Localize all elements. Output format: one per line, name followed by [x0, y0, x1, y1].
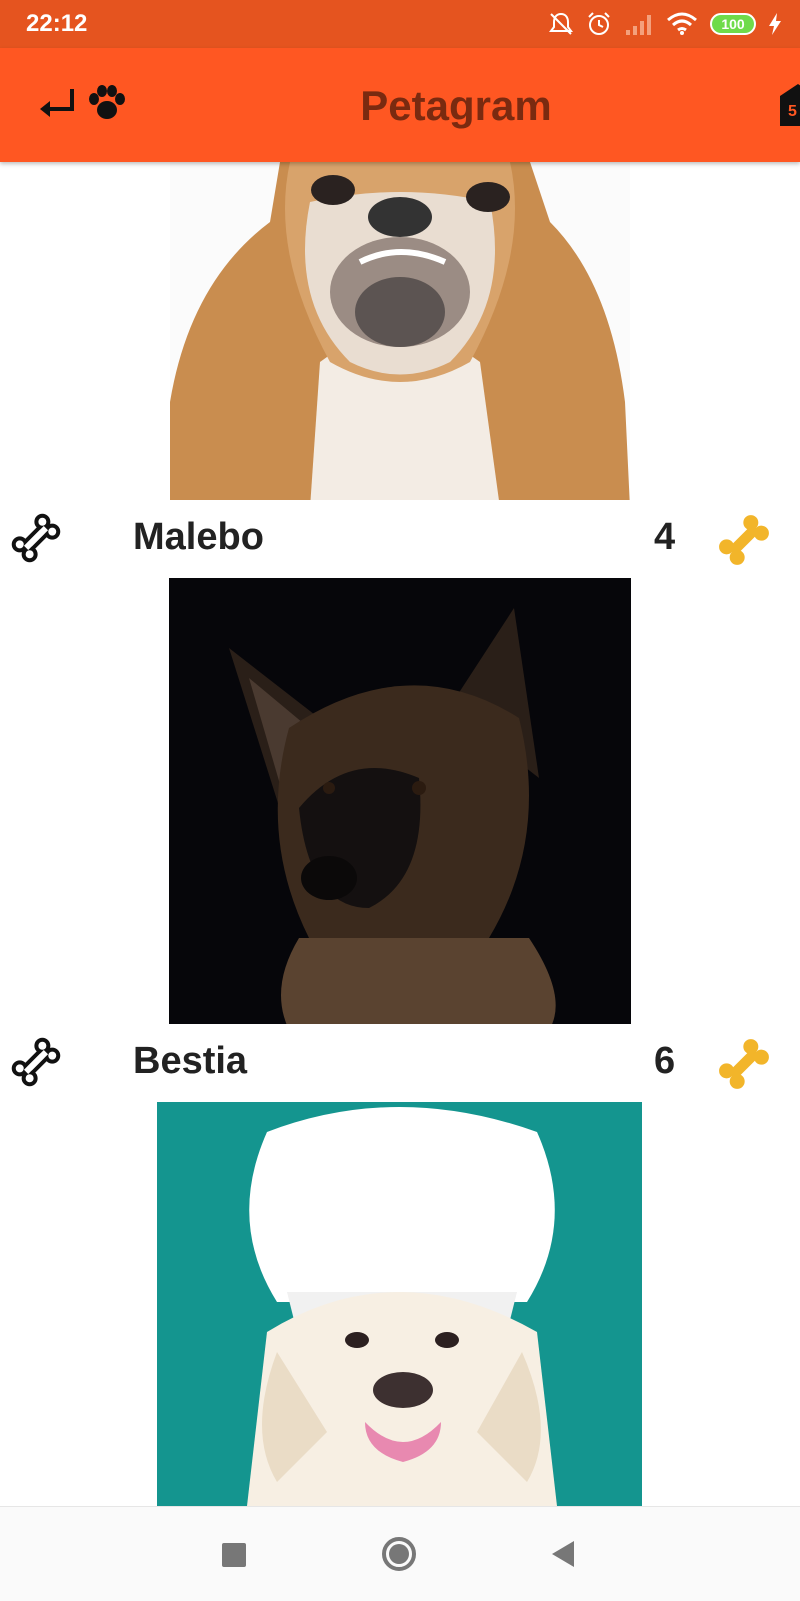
- pet-name: Malebo: [133, 516, 264, 558]
- pet-like-count: 4: [654, 516, 676, 558]
- star-rating-icon[interactable]: 5: [778, 82, 800, 128]
- bone-outline-icon[interactable]: [8, 1034, 64, 1090]
- bone-filled-icon: [719, 1039, 769, 1089]
- battery-icon: 100: [710, 13, 756, 35]
- recent-apps-button[interactable]: [222, 1543, 246, 1567]
- golden-retriever-photo: [157, 1102, 642, 1506]
- pet-photo: [169, 578, 631, 1030]
- system-nav-bar: [0, 1506, 800, 1601]
- pet-card-row: Malebo 4: [0, 500, 800, 574]
- pet-list: Malebo 4 Bestia 6: [0, 162, 800, 1506]
- back-button[interactable]: [552, 1541, 574, 1567]
- pet-photo: [157, 1102, 642, 1506]
- status-bar: 22:12 100: [0, 0, 800, 48]
- app-title: Petagram: [360, 82, 552, 129]
- bone-filled-icon: [719, 515, 769, 565]
- bone-outline-icon[interactable]: [8, 510, 64, 566]
- alarm-icon: [588, 12, 610, 35]
- status-time: 22:12: [26, 10, 88, 37]
- pet-like-count: 6: [654, 1040, 676, 1082]
- charging-icon: [769, 13, 781, 35]
- pet-card-row: Bestia 6: [0, 1024, 800, 1098]
- app-bar: Petagram 5: [0, 48, 800, 162]
- pet-name: Bestia: [133, 1040, 248, 1082]
- mute-icon: [549, 12, 573, 35]
- signal-icon: [626, 15, 651, 35]
- app-bar-right[interactable]: 5: [778, 82, 800, 128]
- german-shepherd-photo: [169, 578, 631, 1030]
- home-dot-icon: [389, 1544, 409, 1564]
- pet-photo: [170, 162, 630, 508]
- status-icons: 100: [548, 8, 782, 40]
- bulldog-photo: [170, 162, 630, 508]
- wifi-icon: [667, 12, 697, 35]
- svg-text:5: 5: [788, 103, 797, 120]
